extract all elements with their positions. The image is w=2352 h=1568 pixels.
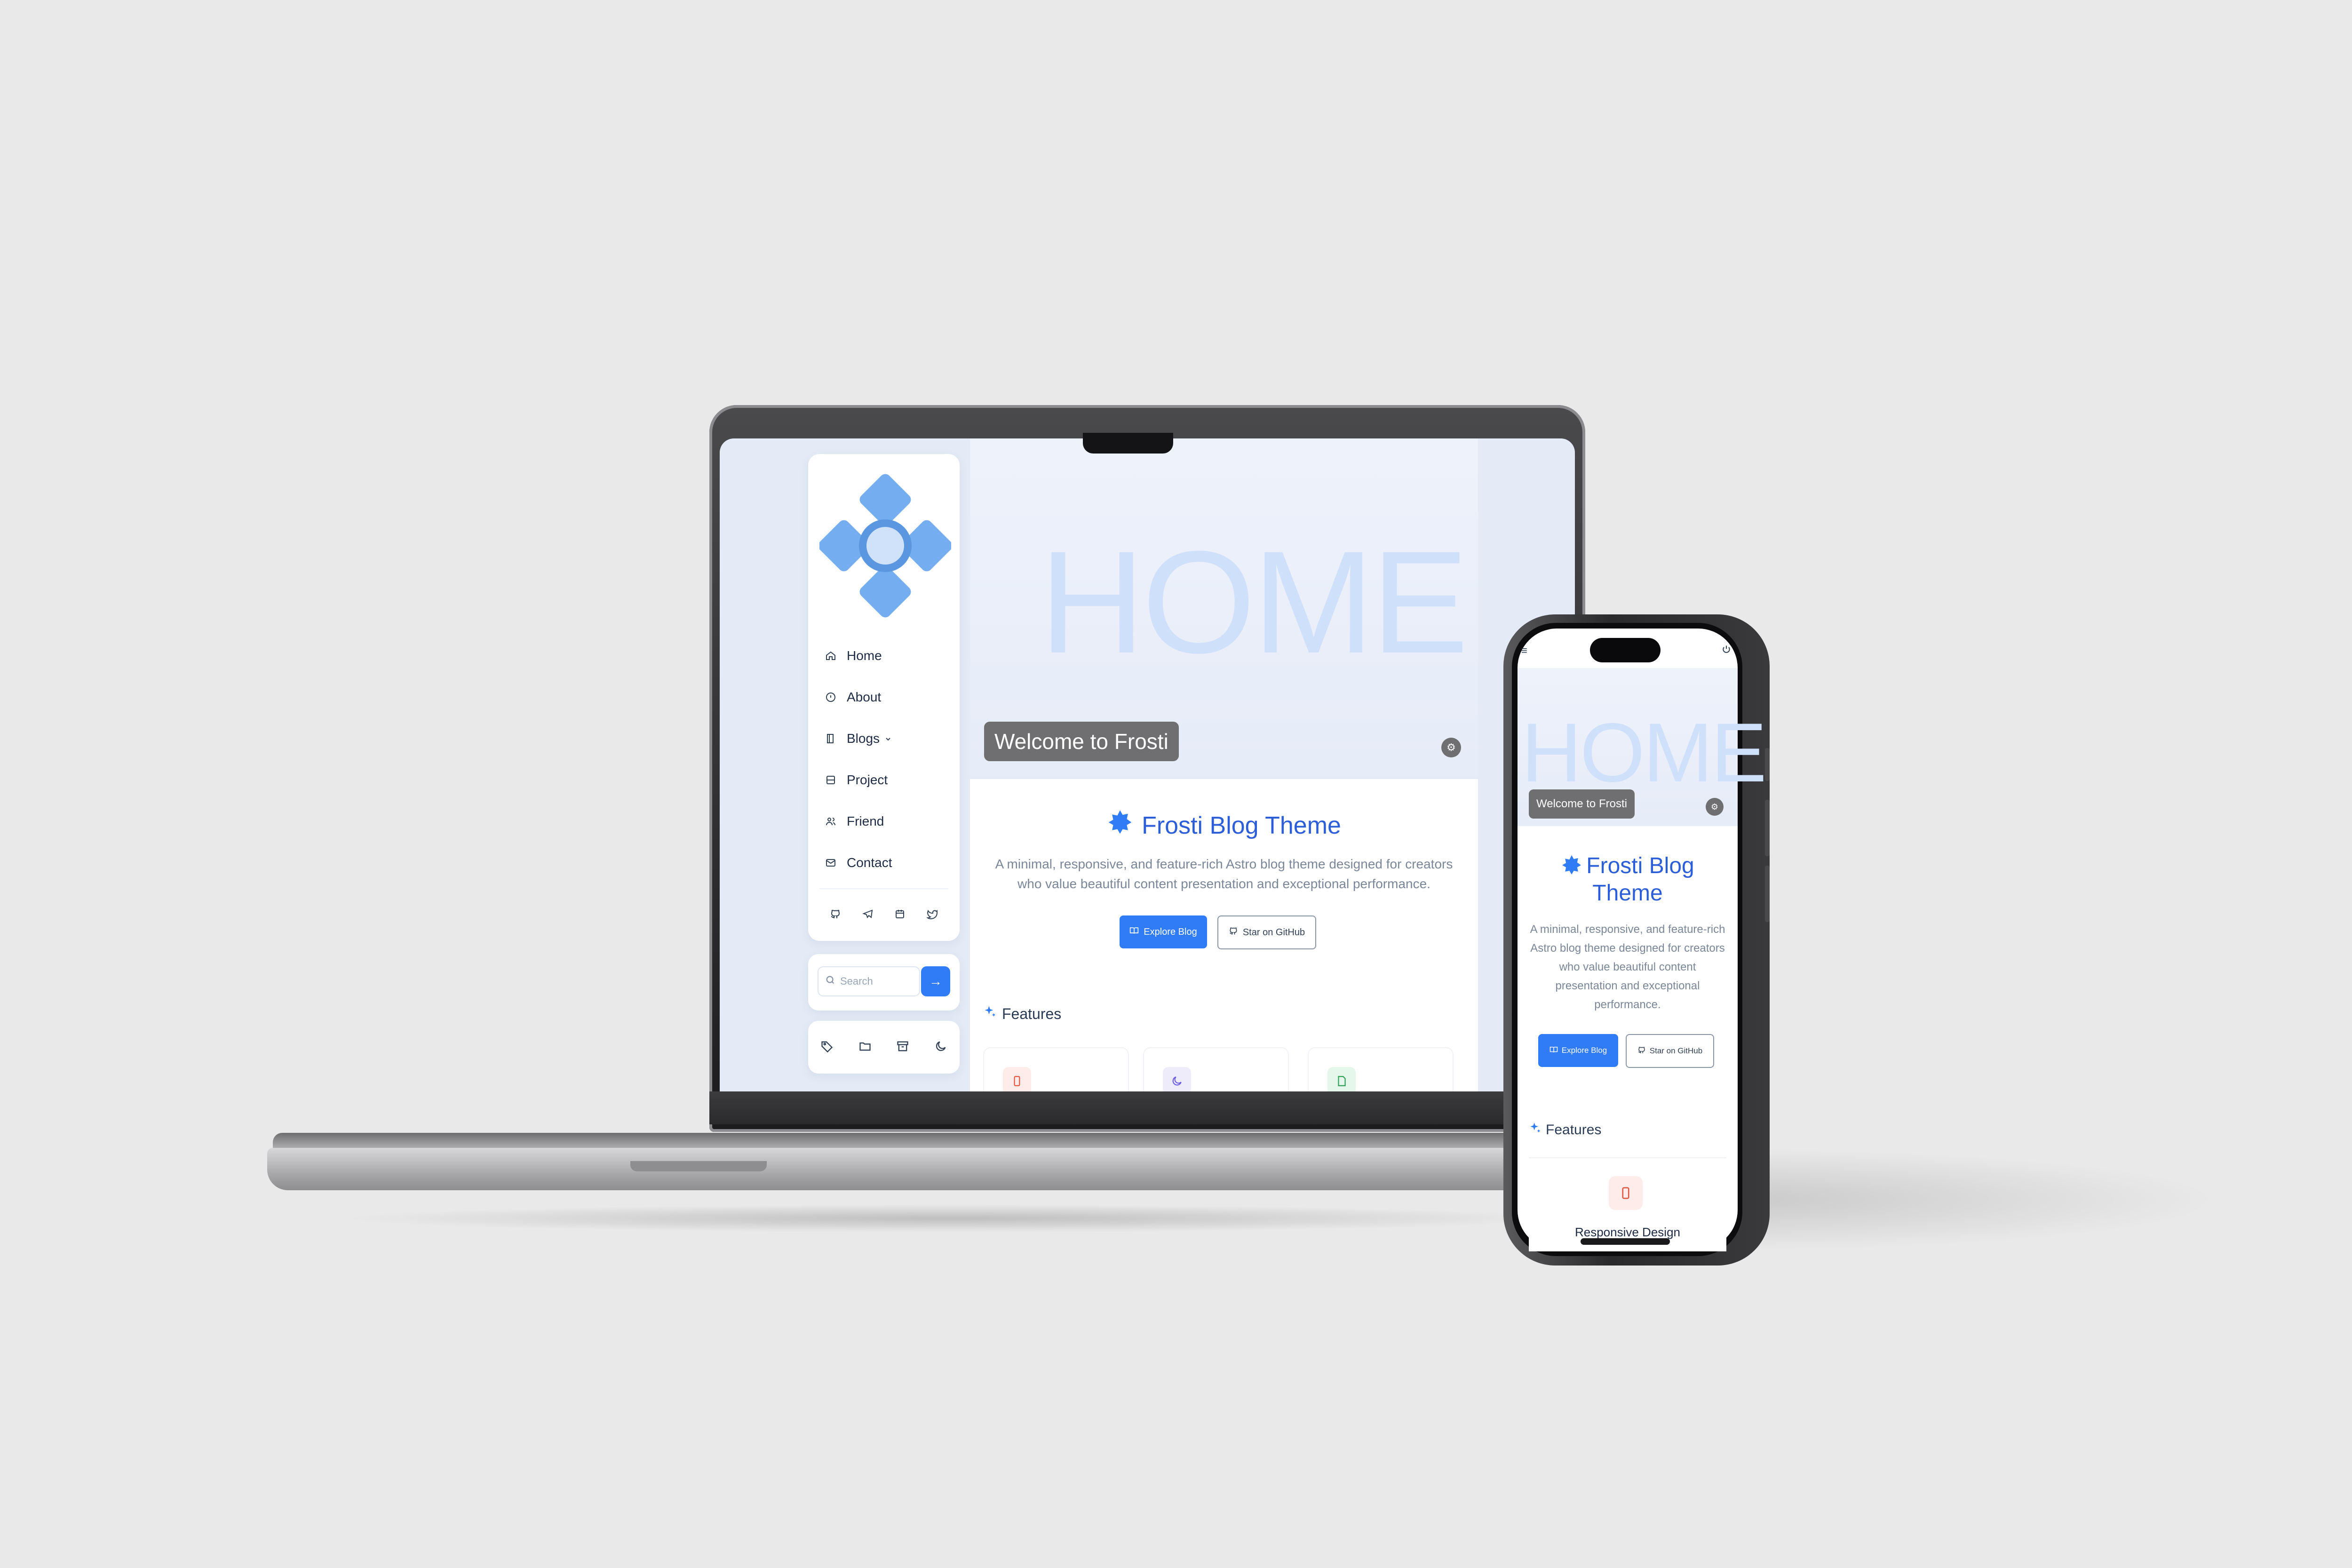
sparkle-badge-icon: [1107, 809, 1133, 842]
laptop-base: [267, 1148, 1565, 1190]
telegram-icon[interactable]: [862, 908, 874, 922]
power-icon[interactable]: [1722, 645, 1731, 657]
search-input[interactable]: Search: [818, 966, 920, 996]
calendar-icon[interactable]: [894, 908, 906, 922]
sidebar-item-project[interactable]: Project: [824, 759, 946, 801]
explore-blog-button[interactable]: Explore Blog: [1120, 915, 1207, 948]
features-heading-text: Features: [1546, 1122, 1602, 1138]
search-icon: [825, 975, 835, 988]
moon-icon[interactable]: [934, 1040, 947, 1055]
phone-features-heading: Features: [1529, 1122, 1601, 1138]
menu-icon[interactable]: ≡: [1521, 645, 1527, 657]
contact-icon: [824, 856, 837, 869]
site-logo[interactable]: [818, 470, 953, 621]
sparkle-badge-icon: [1561, 853, 1586, 878]
sidebar-nav: Home About Blogs Project Friend Contact: [824, 635, 946, 883]
folder-icon[interactable]: [858, 1040, 872, 1055]
sparkles-icon: [1529, 1122, 1542, 1138]
page-title-text: Frosti Blog Theme: [1142, 812, 1341, 839]
sidebar-item-home[interactable]: Home: [824, 635, 946, 677]
explore-blog-label: Explore Blog: [1144, 926, 1197, 937]
features-heading-text: Features: [1002, 1005, 1062, 1022]
settings-icon[interactable]: ⚙: [1441, 738, 1461, 757]
home-icon: [824, 649, 837, 662]
sidebar-item-blogs[interactable]: Blogs: [824, 718, 946, 759]
search-submit-button[interactable]: →: [921, 966, 950, 996]
phone-volume-up: [1765, 800, 1770, 856]
phone-action-button: [1765, 748, 1770, 781]
laptop-opening-notch: [630, 1161, 767, 1171]
twitter-icon[interactable]: [926, 908, 938, 922]
welcome-badge: Welcome to Frosti: [984, 722, 1179, 761]
star-github-label: Star on GitHub: [1649, 1046, 1703, 1055]
laptop-shadow: [339, 1204, 1562, 1233]
github-icon: [1637, 1046, 1646, 1057]
phone-page-description: A minimal, responsive, and feature-rich …: [1530, 923, 1725, 1011]
hero-page-word: HOME: [1040, 520, 1469, 684]
features-heading: Features: [983, 1005, 1061, 1023]
home-indicator[interactable]: [1581, 1238, 1670, 1245]
page-title: Frosti Blog Theme: [970, 809, 1478, 842]
sidebar-item-label: About: [847, 690, 882, 704]
github-icon[interactable]: [830, 908, 841, 922]
tag-icon[interactable]: [820, 1040, 834, 1055]
phone-shadow: [1703, 1148, 2220, 1251]
laptop-notch: [1083, 433, 1173, 454]
chevron-down-icon: [884, 731, 892, 746]
phone-feature-label: Responsive Design: [1574, 1225, 1680, 1239]
phone-explore-blog-button[interactable]: Explore Blog: [1538, 1034, 1618, 1067]
sidebar-item-label: Project: [847, 772, 888, 787]
mobile-icon: [1609, 1176, 1643, 1210]
dynamic-island: [1590, 638, 1661, 662]
settings-icon[interactable]: ⚙: [1706, 798, 1724, 816]
project-icon: [824, 773, 837, 787]
book-open-icon: [1129, 926, 1139, 938]
phone-welcome-badge: Welcome to Frosti: [1529, 789, 1635, 819]
star-github-label: Star on GitHub: [1242, 927, 1305, 938]
tool-bar: [808, 1021, 960, 1074]
phone-star-github-button[interactable]: Star on GitHub: [1626, 1034, 1714, 1068]
star-github-button[interactable]: Star on GitHub: [1217, 915, 1316, 949]
page-description: A minimal, responsive, and feature-rich …: [995, 857, 1453, 891]
book-icon: [824, 732, 837, 745]
phone-page-title-text: Frosti Blog Theme: [1586, 853, 1694, 906]
sparkles-icon: [983, 1005, 997, 1023]
github-icon: [1229, 926, 1238, 939]
social-links: [819, 903, 948, 927]
archive-icon[interactable]: [896, 1040, 909, 1055]
file-icon: [1327, 1067, 1356, 1095]
sidebar-item-label: Friend: [847, 814, 884, 828]
sidebar-item-contact[interactable]: Contact: [824, 842, 946, 883]
phone-page-title: Frosti Blog Theme: [1529, 852, 1726, 907]
search-placeholder: Search: [840, 975, 873, 987]
sidebar-divider: [819, 888, 948, 889]
phone-hero-page-word: HOME: [1521, 706, 1767, 799]
sidebar-item-about[interactable]: About: [824, 677, 946, 718]
sidebar-item-friend[interactable]: Friend: [824, 801, 946, 842]
sidebar-item-label: Blogs: [847, 731, 880, 746]
explore-blog-label: Explore Blog: [1561, 1046, 1607, 1055]
logo-icon: [818, 474, 953, 618]
sidebar-item-label: Contact: [847, 855, 892, 870]
info-icon: [824, 691, 837, 704]
sidebar-item-label: Home: [847, 648, 882, 663]
mobile-icon: [1003, 1067, 1031, 1095]
moon-icon: [1163, 1067, 1191, 1095]
phone-volume-down: [1765, 866, 1770, 922]
book-open-icon: [1549, 1045, 1558, 1056]
laptop-hinge: [709, 1091, 1585, 1124]
friends-icon: [824, 815, 837, 828]
